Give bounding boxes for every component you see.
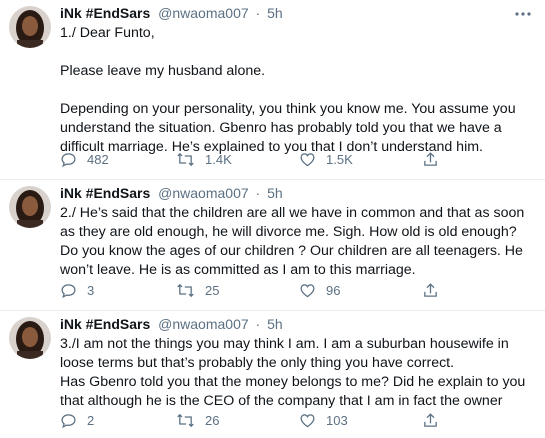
retweet-icon xyxy=(177,152,194,167)
separator-dot: · xyxy=(255,185,261,201)
avatar[interactable] xyxy=(9,186,51,228)
like-button[interactable]: 96 xyxy=(299,282,340,299)
separator-dot: · xyxy=(255,316,261,332)
reply-bubble-icon xyxy=(61,153,76,168)
tweet-paragraph: Please leave my husband alone. xyxy=(60,63,266,79)
tweet-1[interactable]: iNk #EndSars @nwaoma007 · 5h 1./ Dear Fu… xyxy=(0,0,545,180)
like-count: 103 xyxy=(326,413,348,428)
reply-button[interactable]: 3 xyxy=(60,282,94,299)
heart-icon xyxy=(300,153,315,167)
like-button[interactable]: 1.5K xyxy=(299,151,353,168)
tweet-3[interactable]: iNk #EndSars @nwaoma007 · 5h 3./I am not… xyxy=(0,311,545,438)
tweet-paragraph: 2./ He’s said that the children are all … xyxy=(60,205,525,278)
author-name[interactable]: iNk #EndSars xyxy=(60,185,150,201)
tweet-paragraph: 1./ Dear Funto, xyxy=(60,25,155,41)
author-handle[interactable]: @nwaoma007 xyxy=(158,185,249,201)
tweet-header: iNk #EndSars @nwaoma007 · 5h xyxy=(60,315,283,333)
reply-bubble-icon xyxy=(61,284,76,299)
share-button[interactable] xyxy=(422,151,439,168)
tweet-text: 3./I am not the things you may think I a… xyxy=(60,335,536,411)
heart-icon xyxy=(300,284,315,298)
tweet-text: 2./ He’s said that the children are all … xyxy=(60,204,536,280)
share-icon xyxy=(424,152,437,166)
tweet-paragraph: 3./I am not the things you may think I a… xyxy=(60,336,509,371)
reply-button[interactable]: 482 xyxy=(60,151,109,168)
share-icon xyxy=(424,283,437,297)
avatar[interactable] xyxy=(9,317,51,359)
retweet-count: 26 xyxy=(205,413,220,428)
more-dots-icon[interactable] xyxy=(515,4,531,20)
tweet-time[interactable]: 5h xyxy=(267,185,283,201)
retweet-icon xyxy=(177,413,194,428)
reply-count: 2 xyxy=(87,413,95,428)
author-name[interactable]: iNk #EndSars xyxy=(60,316,150,332)
separator-dot: · xyxy=(255,5,261,21)
tweet-time[interactable]: 5h xyxy=(267,316,283,332)
share-button[interactable] xyxy=(422,282,439,299)
tweet-header: iNk #EndSars @nwaoma007 · 5h xyxy=(60,184,283,202)
tweet-actions: 482 1.4K 1.5K xyxy=(60,151,480,171)
reply-count: 3 xyxy=(87,283,95,298)
like-count: 1.5K xyxy=(326,152,353,167)
retweet-button[interactable]: 26 xyxy=(176,412,219,429)
reply-bubble-icon xyxy=(61,414,76,429)
tweet-actions: 3 25 96 xyxy=(60,282,480,302)
author-handle[interactable]: @nwaoma007 xyxy=(158,316,249,332)
tweet-header: iNk #EndSars @nwaoma007 · 5h xyxy=(60,4,283,22)
tweet-paragraph: Depending on your personality, you think… xyxy=(60,101,516,155)
share-button[interactable] xyxy=(422,412,439,429)
tweet-text: 1./ Dear Funto, Please leave my husband … xyxy=(60,24,536,157)
tweet-time[interactable]: 5h xyxy=(267,5,283,21)
reply-button[interactable]: 2 xyxy=(60,412,94,429)
tweet-2[interactable]: iNk #EndSars @nwaoma007 · 5h 2./ He’s sa… xyxy=(0,180,545,311)
author-name[interactable]: iNk #EndSars xyxy=(60,5,150,21)
avatar[interactable] xyxy=(9,6,51,48)
like-count: 96 xyxy=(326,283,341,298)
tweet-paragraph: Has Gbenro told you that the money belon… xyxy=(60,374,526,409)
reply-count: 482 xyxy=(87,152,109,167)
author-handle[interactable]: @nwaoma007 xyxy=(158,5,249,21)
share-icon xyxy=(424,413,437,427)
retweet-count: 1.4K xyxy=(205,152,232,167)
retweet-count: 25 xyxy=(205,283,220,298)
retweet-button[interactable]: 25 xyxy=(176,282,219,299)
retweet-icon xyxy=(177,283,194,298)
like-button[interactable]: 103 xyxy=(299,412,348,429)
retweet-button[interactable]: 1.4K xyxy=(176,151,232,168)
tweet-actions: 2 26 103 xyxy=(60,412,480,432)
heart-icon xyxy=(300,414,315,428)
